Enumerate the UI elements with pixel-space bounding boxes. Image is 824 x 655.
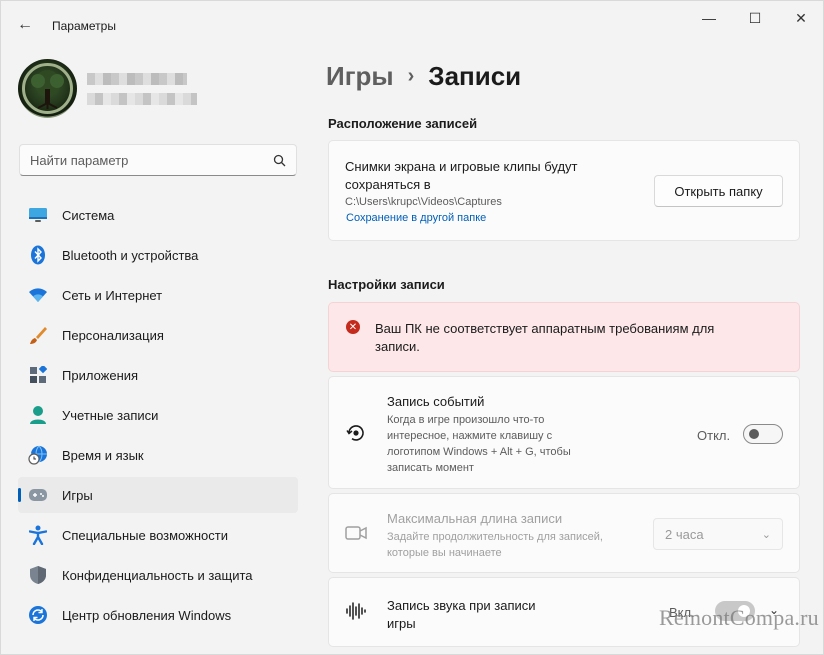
max-length-description: Задайте продолжительность для записей, к… — [387, 531, 603, 559]
search-box[interactable] — [19, 144, 297, 176]
breadcrumb-parent[interactable]: Игры — [326, 61, 394, 92]
sidebar-item-gaming[interactable]: Игры — [18, 477, 298, 513]
shield-icon — [28, 565, 48, 585]
sidebar-item-label: Специальные возможности — [62, 527, 228, 543]
location-card: Снимки экрана и игровые клипы будут сохр… — [328, 140, 800, 241]
chevron-down-icon: ⌄ — [761, 528, 771, 541]
apps-icon — [28, 365, 48, 385]
sidebar-item-label: Система — [62, 207, 115, 223]
watermark: RemontCompa.ru — [659, 605, 819, 630]
max-length-title: Максимальная длина записи — [387, 511, 563, 526]
sidebar-item-accessibility[interactable]: Специальные возможности — [18, 517, 298, 553]
minimize-button[interactable]: — — [686, 3, 732, 33]
record-events-title: Запись событий — [387, 394, 485, 409]
section-title-recording: Настройки записи — [328, 277, 445, 292]
bluetooth-icon — [28, 245, 48, 265]
record-events-toggle[interactable] — [743, 424, 783, 444]
account-icon — [28, 405, 48, 425]
record-events-description: Когда в игре произошло что-то интересное… — [387, 414, 571, 474]
sidebar-item-accounts[interactable]: Учетные записи — [18, 397, 298, 433]
settings-window: ← Параметры — ☐ ✕ Система — [0, 0, 824, 655]
chevron-right-icon: › — [407, 65, 415, 87]
globe-clock-icon — [28, 445, 48, 465]
avatar[interactable] — [18, 59, 77, 118]
search-input[interactable] — [30, 152, 272, 168]
change-folder-link[interactable]: Сохранение в другой папке — [346, 212, 486, 224]
sidebar-item-system[interactable]: Система — [18, 197, 298, 233]
error-icon: ✕ — [346, 320, 360, 334]
hardware-error-banner: ✕ Ваш ПК не соответствует аппаратным тре… — [328, 302, 800, 372]
sidebar-item-label: Персонализация — [62, 327, 164, 343]
sidebar-item-label: Центр обновления Windows — [62, 607, 232, 623]
maximize-button[interactable]: ☐ — [732, 3, 778, 33]
section-title-location: Расположение записей — [328, 116, 478, 131]
arrow-left-icon: ← — [17, 16, 33, 33]
sidebar-item-bluetooth[interactable]: Bluetooth и устройства — [18, 237, 298, 273]
brush-icon — [28, 325, 48, 345]
sidebar-item-time-language[interactable]: Время и язык — [18, 437, 298, 473]
max-length-select[interactable]: 2 часа ⌄ — [653, 518, 783, 550]
app-title: Параметры — [52, 19, 116, 33]
sidebar-item-label: Bluetooth и устройства — [62, 247, 199, 263]
sidebar-item-apps[interactable]: Приложения — [18, 357, 298, 393]
audio-waveform-icon — [345, 600, 367, 622]
close-button[interactable]: ✕ — [778, 3, 823, 33]
page-title: Записи — [428, 61, 522, 91]
wifi-icon — [28, 285, 48, 305]
error-message: Ваш ПК не соответствует аппаратным требо… — [375, 321, 715, 354]
toggle-knob — [749, 429, 759, 439]
record-audio-title: Запись звука при записи игры — [387, 598, 536, 631]
sidebar-item-label: Приложения — [62, 367, 139, 383]
sidebar-item-label: Сеть и Интернет — [62, 287, 163, 303]
open-folder-button[interactable]: Открыть папку — [654, 175, 783, 207]
record-events-toggle-label: Откл. — [697, 428, 731, 443]
back-button[interactable]: ← — [13, 13, 37, 37]
breadcrumb: Игры › Записи — [326, 61, 521, 92]
sidebar-item-label: Игры — [62, 487, 93, 503]
sidebar-item-label: Учетные записи — [62, 407, 159, 423]
profile-name-blurred — [87, 73, 187, 85]
profile-email-blurred — [87, 93, 197, 105]
sidebar-item-personalization[interactable]: Персонализация — [18, 317, 298, 353]
accessibility-icon — [28, 525, 48, 545]
sidebar-item-privacy[interactable]: Конфиденциальность и защита — [18, 557, 298, 593]
location-path: C:\Users\krupc\Videos\Captures — [345, 196, 502, 208]
record-events-row: Запись событий Когда в игре произошло чт… — [328, 376, 800, 489]
sidebar-item-label: Время и язык — [62, 447, 144, 463]
sidebar-nav: Система Bluetooth и устройства Сеть и Ин… — [18, 197, 298, 637]
sidebar-item-windows-update[interactable]: Центр обновления Windows — [18, 597, 298, 633]
max-length-value: 2 часа — [665, 526, 704, 542]
monitor-icon — [28, 205, 48, 225]
title-bar: ← Параметры — ☐ ✕ — [1, 1, 823, 41]
location-description: Снимки экрана и игровые клипы будут сохр… — [345, 159, 578, 192]
video-camera-icon — [345, 522, 367, 544]
record-history-icon — [345, 422, 367, 444]
search-icon[interactable] — [272, 153, 286, 167]
tree-of-life-image — [22, 63, 73, 114]
gamepad-icon — [28, 485, 48, 505]
update-icon — [28, 605, 48, 625]
sidebar-item-label: Конфиденциальность и защита — [62, 567, 253, 583]
sidebar-item-network[interactable]: Сеть и Интернет — [18, 277, 298, 313]
max-length-row: Максимальная длина записи Задайте продол… — [328, 493, 800, 573]
